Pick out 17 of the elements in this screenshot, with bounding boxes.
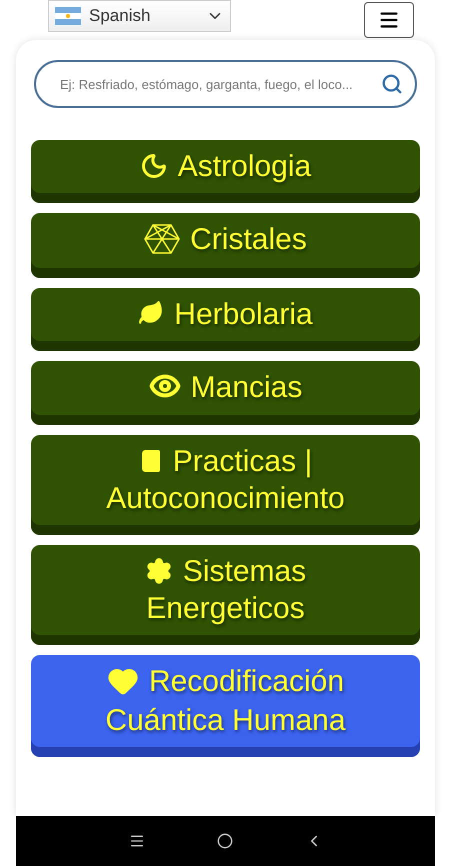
category-button[interactable]: Recodificación Cuántica Humana xyxy=(31,655,420,757)
search-icon[interactable] xyxy=(381,73,403,95)
language-select[interactable]: Spanish xyxy=(48,0,231,32)
category-button[interactable]: Herbolaria xyxy=(31,288,420,351)
category-button[interactable]: Practicas | Autoconocimiento xyxy=(31,435,420,536)
category-button[interactable]: Mancias xyxy=(31,360,420,426)
category-button[interactable]: Sistemas Energeticos xyxy=(31,545,420,646)
category-button[interactable]: Astrologia xyxy=(31,140,420,203)
leaf-icon xyxy=(138,300,164,326)
search-field[interactable]: Ej: Resfriado, estómago, garganta, fuego, el loco... xyxy=(34,60,417,108)
home-icon[interactable] xyxy=(216,833,232,849)
crystal-icon xyxy=(144,222,180,255)
category-button[interactable]: Cristales xyxy=(31,213,420,278)
recent-apps-icon[interactable] xyxy=(128,833,144,849)
flag-icon xyxy=(55,7,81,25)
menu-button[interactable] xyxy=(364,2,414,38)
moon-icon xyxy=(140,152,168,180)
